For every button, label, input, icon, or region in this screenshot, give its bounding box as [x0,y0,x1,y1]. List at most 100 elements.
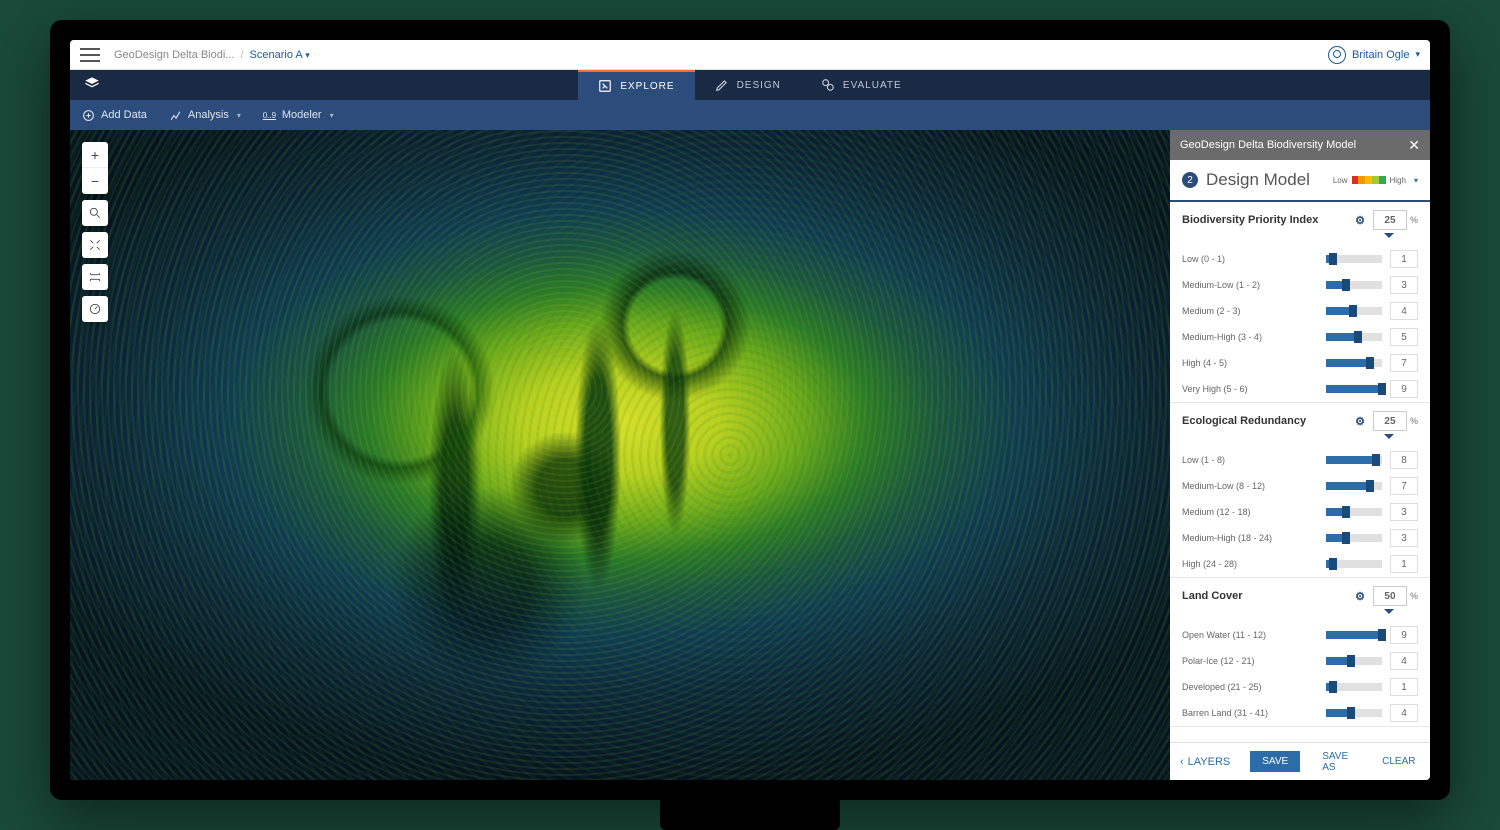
tab-design[interactable]: DESIGN [695,70,801,100]
tab-explore[interactable]: EXPLORE [578,70,694,100]
legend-chevron-icon[interactable]: ▾ [1414,176,1418,185]
slider-track[interactable] [1326,508,1382,516]
row-value[interactable]: 1 [1390,555,1418,573]
slider-thumb[interactable] [1366,357,1374,369]
slider-track[interactable] [1326,709,1382,717]
panel-body[interactable]: Biodiversity Priority Index⚙25%Low (0 - … [1170,202,1430,742]
slider-row: Medium (2 - 3) 4 [1170,298,1430,324]
save-button[interactable]: SAVE [1250,751,1300,772]
sliders-icon[interactable]: ⚙ [1355,415,1365,428]
slider-thumb[interactable] [1354,331,1362,343]
back-to-layers[interactable]: ‹ LAYERS [1180,756,1230,768]
slider-thumb[interactable] [1347,707,1355,719]
add-data-button[interactable]: Add Data [82,109,147,122]
row-value[interactable]: 9 [1390,626,1418,644]
tab-design-label: DESIGN [737,80,781,91]
user-name: Britain Ogle [1352,49,1409,61]
section-name: Ecological Redundancy [1182,415,1306,427]
slider-thumb[interactable] [1366,480,1374,492]
user-menu[interactable]: Britain Ogle ▾ [1328,46,1420,64]
row-value[interactable]: 1 [1390,250,1418,268]
clear-button[interactable]: CLEAR [1370,751,1427,772]
slider-track[interactable] [1326,307,1382,315]
row-label: Low (1 - 8) [1182,455,1318,465]
row-value[interactable]: 9 [1390,380,1418,398]
row-label: Medium (2 - 3) [1182,306,1318,316]
slider-track[interactable] [1326,359,1382,367]
slider-thumb[interactable] [1342,532,1350,544]
slider-track[interactable] [1326,456,1382,464]
slider-fill [1326,482,1370,490]
slider-track[interactable] [1326,385,1382,393]
zoom-in-button[interactable]: + [82,142,108,168]
slider-thumb[interactable] [1372,454,1380,466]
slider-thumb[interactable] [1342,279,1350,291]
analysis-dropdown[interactable]: Analysis [169,109,241,122]
slider-track[interactable] [1326,631,1382,639]
map-canvas[interactable]: + − [70,130,1170,780]
slider-track[interactable] [1326,683,1382,691]
slider-thumb[interactable] [1347,655,1355,667]
modeler-dropdown[interactable]: 0..9 Modeler [263,109,334,122]
slider-thumb[interactable] [1342,506,1350,518]
menu-icon[interactable] [80,48,100,62]
row-label: Very High (5 - 6) [1182,384,1318,394]
slider-track[interactable] [1326,482,1382,490]
modeler-icon: 0..9 [263,109,276,122]
percent-input[interactable]: 25 [1373,210,1407,230]
section-header: Ecological Redundancy ⚙ 25% [1170,403,1430,435]
slider-thumb[interactable] [1329,253,1337,265]
slider-track[interactable] [1326,255,1382,263]
row-value[interactable]: 5 [1390,328,1418,346]
slider-track[interactable] [1326,534,1382,542]
search-button[interactable] [82,200,108,226]
measure-button[interactable] [82,264,108,290]
slider-row: Medium-Low (1 - 2)3 [1170,272,1430,298]
row-value[interactable]: 1 [1390,678,1418,696]
save-as-button[interactable]: SAVE AS [1310,746,1360,778]
row-value[interactable]: 3 [1390,276,1418,294]
slider-thumb[interactable] [1378,629,1386,641]
slider-thumb[interactable] [1349,305,1357,317]
panel-title-row: 2 Design Model Low High ▾ [1170,160,1430,202]
dashboard-button[interactable] [82,296,108,322]
slider-track[interactable] [1326,333,1382,341]
close-icon[interactable]: ✕ [1408,137,1420,154]
row-value[interactable]: 3 [1390,503,1418,521]
sliders-icon[interactable]: ⚙ [1355,590,1365,603]
row-value[interactable]: 7 [1390,477,1418,495]
slider-track[interactable] [1326,657,1382,665]
layers-icon[interactable] [84,76,100,95]
row-label: Medium-Low (8 - 12) [1182,481,1318,491]
row-value[interactable]: 8 [1390,451,1418,469]
zoom-out-button[interactable]: − [82,168,108,194]
slider-row: Medium (12 - 18)3 [1170,499,1430,525]
row-value[interactable]: 4 [1390,704,1418,722]
tab-evaluate[interactable]: EVALUATE [801,70,922,100]
row-value[interactable]: 7 [1390,354,1418,372]
extent-button[interactable] [82,232,108,258]
percent-input[interactable]: 25 [1373,411,1407,431]
row-value[interactable]: 4 [1390,652,1418,670]
legend: Low High ▾ [1333,176,1418,185]
sliders-icon[interactable]: ⚙ [1355,214,1365,227]
percent-symbol: % [1410,416,1418,426]
panel-title: Design Model [1206,170,1325,190]
panel-header: GeoDesign Delta Biodiversity Model ✕ [1170,130,1430,160]
row-value[interactable]: 4 [1390,302,1418,320]
slider-track[interactable] [1326,281,1382,289]
slider-thumb[interactable] [1329,558,1337,570]
tab-explore-label: EXPLORE [620,81,674,92]
row-label: Open Water (11 - 12) [1182,630,1318,640]
section: Ecological Redundancy ⚙ 25% Low (1 - 8) 8 Med… [1170,403,1430,578]
row-value[interactable]: 3 [1390,529,1418,547]
slider-thumb[interactable] [1378,383,1386,395]
slider-track[interactable] [1326,560,1382,568]
percent-symbol: % [1410,215,1418,225]
breadcrumb-scenario[interactable]: Scenario A [250,49,310,61]
breadcrumb-project[interactable]: GeoDesign Delta Biodi... [114,49,234,61]
legend-low-label: Low [1333,176,1348,185]
slider-thumb[interactable] [1329,681,1337,693]
section-name: Land Cover [1182,590,1243,602]
percent-input[interactable]: 50 [1373,586,1407,606]
